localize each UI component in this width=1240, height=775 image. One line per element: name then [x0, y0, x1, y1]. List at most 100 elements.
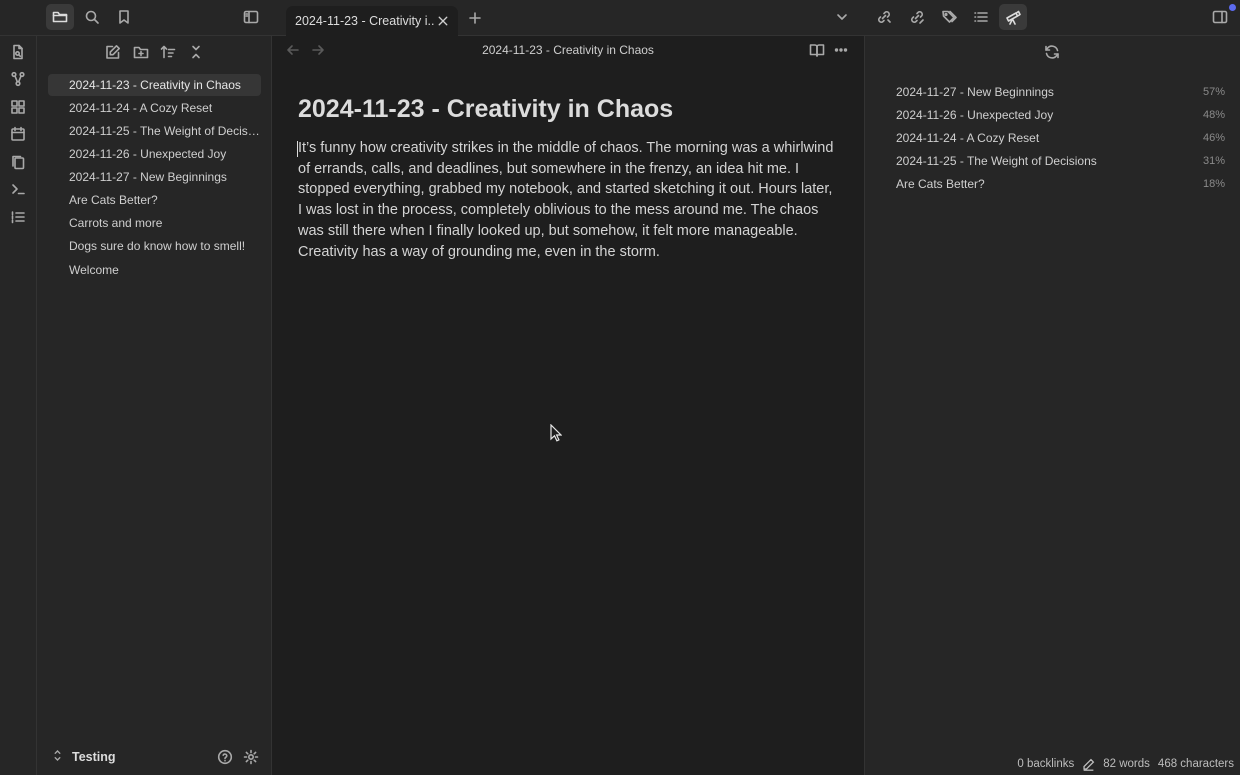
chevrons-up-down-icon — [54, 750, 61, 761]
similar-note-item[interactable]: Are Cats Better? 18% — [896, 174, 1225, 194]
bookmarks-button[interactable] — [110, 4, 138, 30]
folder-icon — [52, 11, 68, 23]
word-count: 82 words — [1103, 758, 1150, 770]
plus-icon — [469, 12, 481, 24]
vault-name[interactable]: Testing — [72, 750, 116, 764]
status-bar: 0 backlinks 82 words 468 characters — [1017, 755, 1234, 773]
open-daily-note-button[interactable] — [4, 121, 32, 147]
list-icon — [974, 12, 988, 22]
open-graph-view-button[interactable] — [4, 66, 32, 92]
similar-note-item[interactable]: 2024-11-26 - Unexpected Joy 48% — [896, 105, 1225, 125]
similar-note-name: 2024-11-27 - New Beginnings — [896, 85, 1054, 99]
similar-note-name: 2024-11-25 - The Weight of Decisions — [896, 154, 1097, 168]
file-item-unexpected-joy[interactable]: 2024-11-26 - Unexpected Joy — [48, 143, 261, 165]
note-body[interactable]: It’s funny how creativity strikes in the… — [298, 138, 838, 262]
pencil-icon[interactable] — [1082, 758, 1095, 771]
tags-icon — [942, 10, 957, 23]
refresh-button[interactable] — [1038, 39, 1066, 65]
copy-icon — [12, 155, 25, 170]
tab-close-button[interactable] — [434, 12, 452, 30]
similar-note-name: 2024-11-26 - Unexpected Joy — [896, 108, 1054, 122]
more-horizontal-icon — [834, 48, 848, 52]
similar-note-name: Are Cats Better? — [896, 177, 985, 191]
graph-icon — [11, 71, 25, 87]
gear-icon — [243, 749, 259, 765]
file-item-creativity-in-chaos[interactable]: 2024-11-23 - Creativity in Chaos — [48, 74, 261, 96]
chevrons-collapse-icon — [192, 45, 200, 59]
terminal-icon — [12, 184, 25, 195]
file-item-a-cozy-reset[interactable]: 2024-11-24 - A Cozy Reset — [48, 97, 261, 119]
chevron-down-icon — [837, 14, 847, 20]
open-canvas-button[interactable] — [4, 94, 32, 120]
vault-switcher-icon[interactable] — [53, 749, 62, 765]
similarity-score: 31% — [1202, 155, 1225, 167]
mouse-pointer-icon — [550, 424, 562, 442]
file-item-dogs-sure-do-know[interactable]: Dogs sure do know how to smell! — [48, 235, 261, 257]
outgoing-links-button[interactable] — [903, 4, 931, 30]
edit-icon — [106, 45, 120, 59]
help-button[interactable] — [211, 744, 239, 770]
tags-panel-button[interactable] — [935, 4, 963, 30]
sort-icon — [160, 45, 176, 59]
sort-order-button[interactable] — [154, 39, 182, 65]
telescope-icon — [1006, 10, 1021, 25]
editor-pane: 2024-11-23 - Creativity in Chaos 2024-11… — [272, 36, 864, 775]
similarity-score: 18% — [1202, 178, 1225, 190]
ribbon — [0, 36, 37, 775]
search-button[interactable] — [78, 4, 106, 30]
tab-title: 2024-11-23 - Creativity i... — [295, 14, 435, 28]
open-command-palette-button[interactable] — [4, 176, 32, 202]
file-item-new-beginnings[interactable]: 2024-11-27 - New Beginnings — [48, 166, 261, 188]
similar-note-item[interactable]: 2024-11-24 - A Cozy Reset 46% — [896, 128, 1225, 148]
file-explorer: 2024-11-23 - Creativity in Chaos 2024-11… — [37, 36, 272, 775]
bookmark-icon — [119, 10, 129, 24]
outline-panel-button[interactable] — [967, 4, 995, 30]
collapse-all-button[interactable] — [182, 39, 210, 65]
similar-note-name: 2024-11-24 - A Cozy Reset — [896, 131, 1040, 145]
similar-notes-panel: 2024-11-27 - New Beginnings 57% 2024-11-… — [864, 36, 1240, 775]
similar-notes-panel-button[interactable] — [999, 4, 1027, 30]
insert-template-button[interactable] — [4, 149, 32, 175]
folder-plus-icon — [133, 46, 149, 59]
layout-grid-icon — [11, 100, 25, 114]
link-icon — [878, 11, 891, 23]
new-tab-button[interactable] — [461, 5, 489, 31]
tab-list-button[interactable] — [828, 4, 856, 30]
similarity-score: 48% — [1202, 109, 1225, 121]
close-icon — [438, 16, 448, 26]
file-search-icon — [13, 44, 23, 60]
similarity-score: 46% — [1202, 132, 1225, 144]
notification-dot — [1229, 4, 1236, 11]
book-open-icon — [809, 44, 825, 57]
file-item-carrots-and-more[interactable]: Carrots and more — [48, 212, 261, 234]
files-view-button[interactable] — [46, 4, 74, 30]
character-count: 468 characters — [1157, 758, 1234, 770]
help-circle-icon — [217, 749, 233, 765]
list-ordered-icon — [11, 211, 25, 224]
similarity-score: 57% — [1202, 86, 1225, 98]
more-options-button[interactable] — [827, 37, 855, 63]
calendar-icon — [11, 126, 25, 141]
new-folder-button[interactable] — [127, 39, 155, 65]
toggle-left-sidebar-button[interactable] — [237, 4, 265, 30]
backlinks-panel-button[interactable] — [870, 4, 898, 30]
search-icon — [85, 10, 99, 24]
open-quick-switcher-button[interactable] — [4, 39, 32, 65]
similar-note-item[interactable]: 2024-11-27 - New Beginnings 57% — [896, 82, 1225, 102]
settings-button[interactable] — [237, 744, 265, 770]
view-header-title[interactable]: 2024-11-23 - Creativity in Chaos — [272, 43, 864, 57]
backlinks-count[interactable]: 0 backlinks — [1017, 758, 1074, 770]
file-item-welcome[interactable]: Welcome — [48, 259, 261, 281]
sidebar-right-icon — [1212, 10, 1228, 24]
note-title[interactable]: 2024-11-23 - Creativity in Chaos — [298, 95, 673, 124]
open-outline-button[interactable] — [4, 204, 32, 230]
title-bar: 2024-11-23 - Creativity i... — [0, 0, 1240, 36]
file-item-the-weight-of-decisions[interactable]: 2024-11-25 - The Weight of Decisions — [48, 120, 261, 142]
new-note-button[interactable] — [99, 39, 127, 65]
sidebar-left-icon — [243, 10, 259, 24]
tab-active-note[interactable]: 2024-11-23 - Creativity i... — [286, 6, 458, 36]
file-item-are-cats-better[interactable]: Are Cats Better? — [48, 189, 261, 211]
refresh-icon — [1045, 45, 1059, 59]
similar-note-item[interactable]: 2024-11-25 - The Weight of Decisions 31% — [896, 151, 1225, 171]
link-arrow-icon — [911, 11, 924, 24]
